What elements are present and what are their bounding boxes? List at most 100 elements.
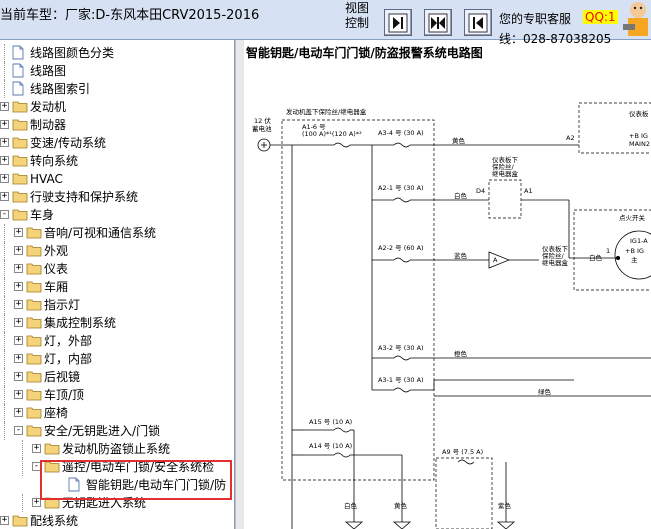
- folder-icon: [26, 424, 42, 437]
- tree-item[interactable]: + 灯，内部: [0, 350, 234, 368]
- tree-guide-line: [4, 332, 5, 350]
- folder-icon: [26, 244, 42, 257]
- tree-item[interactable]: + 配线系统: [0, 512, 234, 529]
- collapse-arrows-icon: [428, 13, 448, 33]
- relay2-label-3: 继电器盒: [542, 258, 569, 267]
- expand-toggle-icon[interactable]: +: [0, 102, 9, 111]
- tree-item[interactable]: + 转向系统: [0, 152, 234, 170]
- car-model-label: 当前车型：厂家:D-东风本田CRV2015-2016: [0, 8, 260, 23]
- folder-icon: [26, 370, 42, 383]
- expand-toggle-icon[interactable]: +: [0, 516, 9, 525]
- expand-toggle-icon[interactable]: +: [14, 390, 23, 399]
- collapse-toggle-icon[interactable]: -: [14, 426, 23, 435]
- tree-item[interactable]: + 后视镜: [0, 368, 234, 386]
- expand-toggle-icon[interactable]: +: [0, 174, 9, 183]
- tree-guide-line: [4, 314, 5, 332]
- next-page-button[interactable]: [464, 9, 492, 36]
- relay1-label-3: 继电器盒: [492, 169, 519, 178]
- tree-item[interactable]: 线路图颜色分类: [0, 44, 234, 62]
- expand-toggle-icon[interactable]: +: [14, 300, 23, 309]
- tree-guide-line: [4, 278, 5, 296]
- fuse-a2-1-label: A2-1 号 (30 A): [378, 184, 424, 192]
- folder-icon: [26, 280, 42, 293]
- tree-item-label: 线路图颜色分类: [30, 46, 115, 60]
- tree-item[interactable]: 线路图索引: [0, 80, 234, 98]
- tree-item[interactable]: + 仪表: [0, 260, 234, 278]
- document-icon: [12, 81, 24, 96]
- tree-item[interactable]: + 音响/可视和通信系统: [0, 224, 234, 242]
- tree-item[interactable]: + 座椅: [0, 404, 234, 422]
- fuse-box-label: 发动机盖下保险丝/继电器盒: [286, 107, 367, 116]
- collapse-toggle-icon[interactable]: -: [0, 210, 9, 219]
- tree-item-label: 车顶/顶: [44, 388, 85, 402]
- tree-item[interactable]: + 集成控制系统: [0, 314, 234, 332]
- right-box-label-1: 仪表板: [629, 109, 649, 118]
- tree-item[interactable]: + 指示灯: [0, 296, 234, 314]
- tree-item[interactable]: + 灯，外部: [0, 332, 234, 350]
- tree-item-label: 灯，外部: [44, 334, 93, 348]
- connector-a1: A1: [524, 187, 533, 195]
- tree-item[interactable]: - 车身: [0, 206, 234, 224]
- tree-item[interactable]: + 车顶/顶: [0, 386, 234, 404]
- tree-item-label: 外观: [44, 244, 69, 258]
- folder-icon: [26, 352, 42, 365]
- folder-icon: [12, 208, 28, 221]
- tree-item-label: 行驶支持和保护系统: [30, 190, 139, 204]
- connector-d4: D4: [476, 187, 485, 195]
- expand-toggle-icon[interactable]: +: [14, 408, 23, 417]
- expand-toggle-icon[interactable]: +: [0, 156, 9, 165]
- expand-toggle-icon[interactable]: +: [14, 228, 23, 237]
- tree-guide-line: [22, 494, 23, 512]
- tree-guide-line: [4, 422, 5, 440]
- folder-icon: [12, 154, 28, 167]
- tree-item[interactable]: - 安全/无钥匙进入/门锁: [0, 422, 234, 440]
- expand-toggle-icon[interactable]: +: [0, 138, 9, 147]
- expand-toggle-icon[interactable]: +: [32, 444, 41, 453]
- a9-fuse-box: [435, 457, 493, 529]
- qq-link[interactable]: QQ:1: [583, 10, 618, 24]
- prev-page-button[interactable]: [384, 9, 412, 36]
- expand-toggle-icon[interactable]: +: [14, 264, 23, 273]
- tree-item[interactable]: + 变速/传动系统: [0, 134, 234, 152]
- folder-icon: [44, 442, 60, 455]
- right-box-label-3: MAIN2: [629, 140, 650, 148]
- tree-item[interactable]: + 车厢: [0, 278, 234, 296]
- tree-item[interactable]: + 发动机防盗锁止系统: [0, 440, 234, 458]
- expand-toggle-icon[interactable]: +: [14, 372, 23, 381]
- expand-toggle-icon[interactable]: +: [14, 246, 23, 255]
- diagram-title: 智能钥匙/电动车门门锁/防盗报警系统电路图: [246, 46, 483, 60]
- expand-toggle-icon[interactable]: +: [14, 336, 23, 345]
- tree-item[interactable]: + 行驶支持和保护系统: [0, 188, 234, 206]
- expand-toggle-icon[interactable]: +: [14, 282, 23, 291]
- circuit-diagram: 发动机盖下保险丝/继电器盒 12 伏 蓄电池 A1-6 号 (100 A)*¹(…: [252, 102, 651, 529]
- tree-item[interactable]: + 发动机: [0, 98, 234, 116]
- tree-item[interactable]: 线路图: [0, 62, 234, 80]
- tree-item-label: 发动机防盗锁止系统: [62, 442, 171, 456]
- tree-guide-line: [4, 62, 5, 80]
- folder-icon: [26, 226, 42, 239]
- folder-icon: [12, 190, 28, 203]
- tree-item[interactable]: + 外观: [0, 242, 234, 260]
- selection-highlight-box: [40, 460, 232, 500]
- tree-item[interactable]: + HVAC: [0, 170, 234, 188]
- wire-color-1: 黄色: [452, 136, 466, 145]
- fuse-a2-2-label: A2-2 号 (60 A): [378, 244, 424, 252]
- tree-scrollbar[interactable]: [235, 40, 244, 529]
- wire-color-5: 绿色: [538, 387, 552, 396]
- expand-toggle-icon[interactable]: +: [0, 120, 9, 129]
- expand-toggle-icon[interactable]: +: [0, 192, 9, 201]
- tree-guide-line: [4, 260, 5, 278]
- view-control-label: 视图控制: [345, 1, 370, 30]
- expand-toggle-icon[interactable]: +: [14, 318, 23, 327]
- title-bar: 当前车型：厂家:D-东风本田CRV2015-2016 视图控制 您的专职客服 Q…: [0, 0, 651, 46]
- fit-page-button[interactable]: [424, 9, 452, 36]
- tree-guide-line: [4, 350, 5, 368]
- fuse-a3-1-label: A3-1 号 (30 A): [378, 376, 424, 384]
- tree-item[interactable]: + 制动器: [0, 116, 234, 134]
- tree-item-label: 线路图: [30, 64, 67, 78]
- fuse-a3-4-label: A3-4 号 (30 A): [378, 129, 424, 137]
- expand-toggle-icon[interactable]: +: [14, 354, 23, 363]
- tree-guide-line: [4, 296, 5, 314]
- folder-icon: [26, 388, 42, 401]
- folder-icon: [26, 262, 42, 275]
